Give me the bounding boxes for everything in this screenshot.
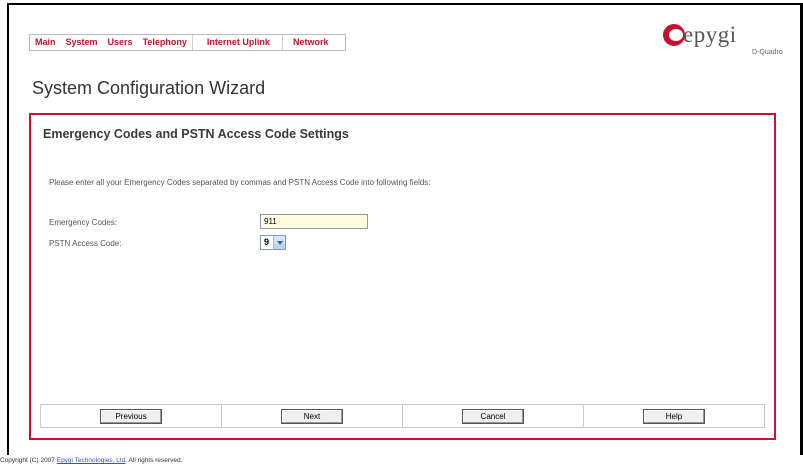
logo-brand-text: epygi — [683, 22, 737, 47]
logo-product-text: D-Quadro — [752, 49, 783, 56]
menu-item-telephony[interactable]: Telephony — [138, 35, 192, 50]
top-menu: Main System Users Telephony Internet Upl… — [29, 34, 347, 51]
button-cell: Help — [584, 405, 764, 427]
button-cell: Previous — [41, 405, 222, 427]
button-cell: Next — [222, 405, 403, 427]
wizard-button-bar: Previous Next Cancel Help — [40, 404, 765, 428]
previous-button[interactable]: Previous — [100, 408, 162, 424]
cancel-button[interactable]: Cancel — [462, 408, 524, 424]
help-button[interactable]: Help — [643, 408, 705, 424]
emergency-codes-input[interactable] — [260, 214, 368, 229]
menu-item-system[interactable]: System — [61, 35, 103, 50]
page-title: System Configuration Wizard — [32, 78, 266, 98]
menu-item-users[interactable]: Users — [103, 35, 138, 50]
intro-text: Please enter all your Emergency Codes se… — [49, 178, 431, 187]
pstn-access-code-label: PSTN Access Code: — [49, 239, 122, 248]
copyright-footer: Copyright (C) 2007 Epygi Technologies, L… — [0, 457, 182, 464]
menu-item-network[interactable]: Network — [283, 35, 346, 50]
menu-item-main[interactable]: Main — [30, 35, 61, 50]
copyright-suffix: . All rights reserved. — [125, 457, 183, 464]
pstn-access-code-select[interactable]: 9 — [260, 235, 286, 250]
chevron-down-icon[interactable] — [273, 236, 285, 249]
pstn-selected-value: 9 — [264, 237, 270, 247]
emergency-codes-label: Emergency Codes: — [49, 218, 118, 227]
menu-item-internet-uplink[interactable]: Internet Uplink — [193, 35, 282, 50]
logo-mark-icon — [663, 24, 685, 46]
copyright-prefix: Copyright (C) 2007 — [0, 457, 57, 464]
epygi-logo: epygi D-Quadro — [663, 22, 783, 58]
next-button[interactable]: Next — [281, 408, 343, 424]
company-link[interactable]: Epygi Technologies, Ltd — [57, 457, 126, 464]
section-title: Emergency Codes and PSTN Access Code Set… — [43, 127, 349, 141]
wizard-panel: Emergency Codes and PSTN Access Code Set… — [29, 113, 776, 440]
button-cell: Cancel — [403, 405, 584, 427]
